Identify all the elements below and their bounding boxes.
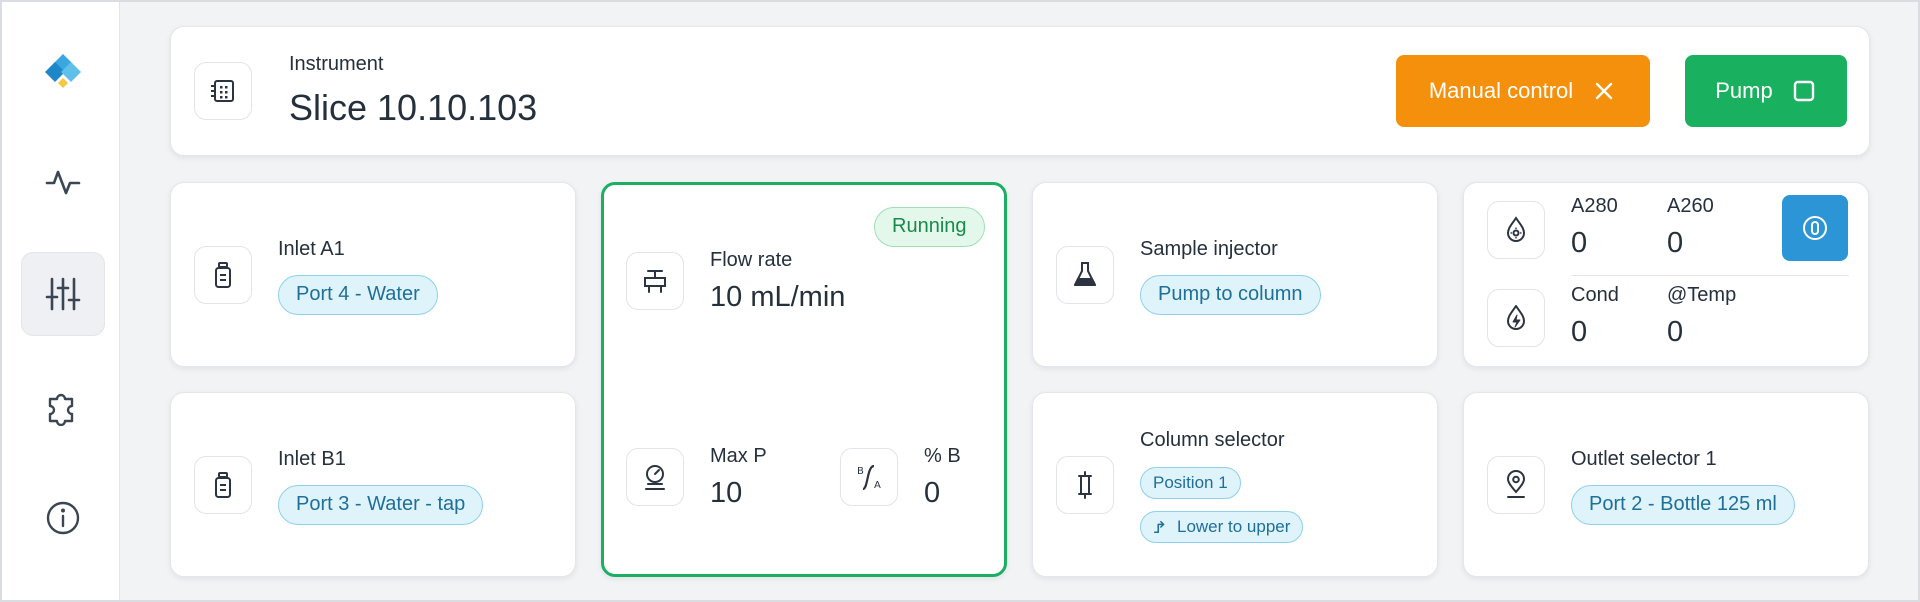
puzzle-icon — [48, 393, 74, 426]
sensors-card: A280 0 A260 0 Cond 0 @Temp 0 — [1463, 182, 1869, 367]
flow-rate-value: 10 mL/min — [710, 281, 846, 313]
column-selector-label: Column selector — [1140, 429, 1285, 451]
uv-icon-box — [1487, 201, 1545, 259]
sample-injector-label: Sample injector — [1140, 238, 1278, 260]
flow-direction-icon — [1153, 520, 1165, 534]
sidebar-item-controls[interactable] — [21, 252, 105, 336]
pump-button[interactable]: Pump — [1685, 55, 1847, 127]
column-selector-icon-box — [1056, 456, 1114, 514]
gradient-icon: B A — [857, 464, 881, 491]
inlet-b-card[interactable]: Inlet B1 Port 3 - Water - tap — [170, 392, 576, 577]
temperature-value: 0 — [1667, 316, 1684, 348]
column-icon — [1078, 471, 1092, 499]
info-icon — [46, 501, 80, 535]
a260-label: A260 — [1667, 195, 1714, 217]
sidebar — [2, 2, 120, 600]
percent-b-label: % B — [924, 445, 961, 467]
column-selector-card[interactable]: Column selector Position 1 Lower to uppe… — [1032, 392, 1438, 577]
inlet-a-card[interactable]: Inlet A1 Port 4 - Water — [170, 182, 576, 367]
zero-icon — [1803, 216, 1827, 240]
conductivity-label: Cond — [1571, 284, 1619, 306]
bottle-icon — [215, 472, 231, 498]
stop-icon — [1793, 80, 1814, 102]
sidebar-item-extensions[interactable] — [21, 364, 105, 448]
sensor-zero-button[interactable] — [1782, 195, 1848, 261]
column-direction-text: Lower to upper — [1177, 517, 1291, 536]
pump-label: Pump — [1715, 78, 1773, 103]
inlet-a-label: Inlet A1 — [278, 238, 345, 260]
logo[interactable] — [21, 30, 105, 114]
conductivity-value: 0 — [1571, 316, 1588, 348]
droplet-bolt-icon — [1507, 305, 1525, 330]
svg-text:A: A — [874, 480, 881, 491]
sensors-divider — [1571, 275, 1849, 276]
temperature-label: @Temp — [1667, 284, 1737, 306]
a280-label: A280 — [1571, 195, 1618, 217]
svg-text:B: B — [857, 466, 864, 477]
bottle-icon — [215, 262, 231, 288]
outlet-selector-label: Outlet selector 1 — [1571, 448, 1717, 470]
page-title: Slice 10.10.103 — [289, 87, 538, 128]
manual-control-button[interactable]: Manual control — [1396, 55, 1650, 127]
a260-value: 0 — [1667, 227, 1684, 259]
pump-flow-icon — [644, 270, 666, 293]
outlet-icon-box — [1487, 456, 1545, 514]
inlet-b-icon-box — [194, 456, 252, 514]
sidebar-item-info[interactable] — [21, 476, 105, 560]
location-pin-icon — [1506, 470, 1526, 498]
maxp-icon-box — [626, 448, 684, 506]
column-position-badge[interactable]: Position 1 — [1140, 467, 1241, 499]
sample-injector-card[interactable]: Sample injector Pump to column — [1032, 182, 1438, 367]
instrument-header: Instrument Slice 10.10.103 Manual contro… — [170, 26, 1870, 156]
inlet-a-port-badge[interactable]: Port 4 - Water — [278, 275, 438, 315]
max-pressure-label: Max P — [710, 445, 767, 467]
max-pressure-value: 10 — [710, 477, 743, 509]
manual-control-label: Manual control — [1428, 78, 1574, 103]
percent-b-value: 0 — [924, 477, 941, 509]
a280-value: 0 — [1571, 227, 1588, 259]
status-badge: Running — [874, 207, 985, 247]
logo-icon — [45, 54, 81, 88]
outlet-port-badge[interactable]: Port 2 - Bottle 125 ml — [1571, 485, 1795, 525]
instrument-label: Instrument — [289, 53, 384, 75]
sliders-icon — [45, 277, 81, 311]
inlet-a-icon-box — [194, 246, 252, 304]
inlet-b-label: Inlet B1 — [278, 448, 346, 470]
sample-injector-icon-box — [1056, 246, 1114, 304]
droplet-sun-icon — [1506, 216, 1526, 242]
sidebar-item-activity[interactable] — [21, 140, 105, 224]
activity-icon — [45, 170, 81, 195]
flow-rate-label: Flow rate — [710, 249, 793, 271]
flow-card[interactable]: Running Flow rate 10 mL/min Max P 10 B A… — [601, 182, 1007, 577]
inlet-b-port-badge[interactable]: Port 3 - Water - tap — [278, 485, 484, 525]
column-direction-badge[interactable]: Lower to upper — [1140, 511, 1304, 543]
conductivity-icon-box — [1487, 289, 1545, 347]
instrument-icon-box — [194, 62, 252, 120]
outlet-selector-card[interactable]: Outlet selector 1 Port 2 - Bottle 125 ml — [1463, 392, 1869, 577]
close-icon — [1595, 82, 1613, 100]
instrument-icon — [211, 80, 234, 102]
flow-icon-box — [626, 252, 684, 310]
gauge-icon — [645, 465, 665, 490]
sample-injector-mode-badge[interactable]: Pump to column — [1140, 275, 1321, 315]
pctb-icon-box: B A — [840, 448, 898, 506]
flask-icon — [1074, 262, 1096, 286]
